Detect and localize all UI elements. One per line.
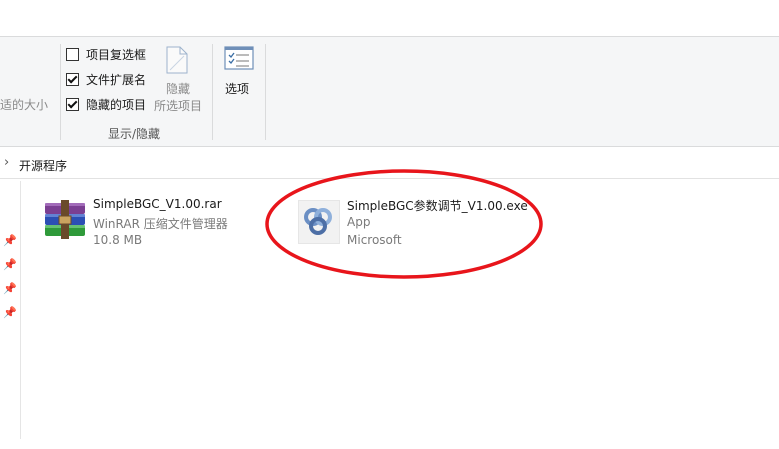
item-checkboxes-option[interactable]: 项目复选框 xyxy=(66,44,146,64)
file-name: SimpleBGC_V1.00.rar xyxy=(93,197,222,211)
hide-label: 隐藏 xyxy=(166,82,191,96)
options-label: 选项 xyxy=(225,82,250,96)
file-size: 10.8 MB xyxy=(93,233,143,247)
pin-icon[interactable]: 📌 xyxy=(3,258,17,272)
hide-selected-button[interactable]: 隐藏 所选项目 xyxy=(152,44,206,114)
pin-icon[interactable]: 📌 xyxy=(3,306,17,320)
file-type: WinRAR 压缩文件管理器 xyxy=(93,217,228,231)
pin-icon[interactable]: 📌 xyxy=(3,234,17,248)
pin-icon[interactable]: 📌 xyxy=(3,282,17,296)
selected-items-label: 所选项目 xyxy=(154,99,203,113)
hidden-items-option[interactable]: 隐藏的项目 xyxy=(66,94,146,114)
show-hide-group-label: 显示/隐藏 xyxy=(108,127,161,141)
item-checkboxes-checkbox[interactable] xyxy=(66,47,79,61)
winrar-archive-icon xyxy=(45,200,85,239)
fit-columns-label[interactable]: 适的大小 xyxy=(0,96,48,113)
file-extensions-label: 文件扩展名 xyxy=(86,72,147,87)
file-extensions-checkbox[interactable] xyxy=(66,72,79,86)
ribbon-separator xyxy=(60,44,61,140)
ribbon-separator xyxy=(265,44,266,140)
item-checkboxes-label: 项目复选框 xyxy=(86,47,147,62)
hide-page-icon xyxy=(166,46,188,74)
file-item-rar[interactable]: SimpleBGC_V1.00.rar WinRAR 压缩文件管理器 10.8 … xyxy=(40,194,240,252)
breadcrumb-chevron-icon[interactable]: › xyxy=(4,155,9,170)
options-icon xyxy=(224,46,254,70)
ribbon-separator xyxy=(212,44,213,140)
hidden-items-label: 隐藏的项目 xyxy=(86,97,147,112)
highlight-ellipse xyxy=(265,169,543,279)
file-extensions-option[interactable]: 文件扩展名 xyxy=(66,69,146,89)
options-button[interactable]: 选项 xyxy=(220,44,258,104)
breadcrumb-folder[interactable]: 开源程序 xyxy=(19,157,67,174)
navigation-pane-divider xyxy=(20,181,21,439)
hidden-items-checkbox[interactable] xyxy=(66,97,79,111)
